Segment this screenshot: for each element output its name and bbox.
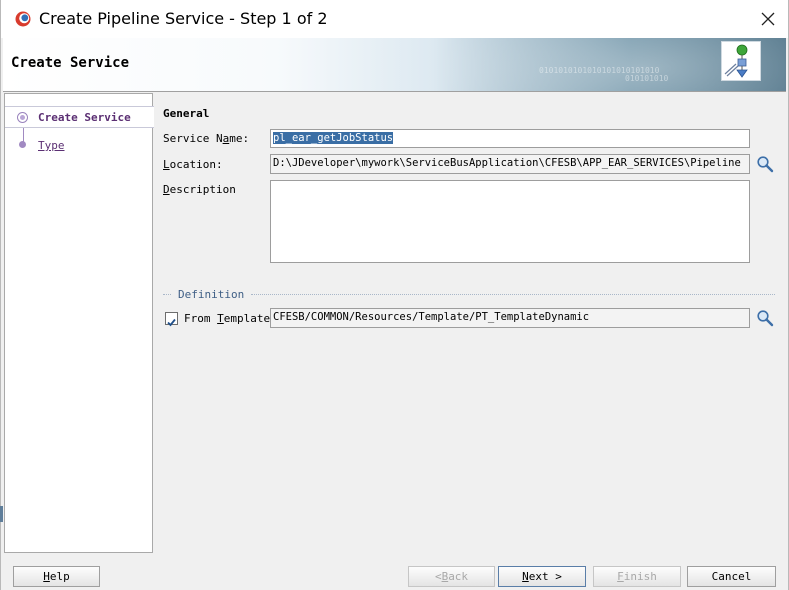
- window-title: Create Pipeline Service - Step 1 of 2: [39, 9, 328, 28]
- definition-separator: Definition: [163, 288, 775, 301]
- nav-step-label: Create Service: [38, 111, 131, 124]
- from-template-label: From Template: [184, 312, 271, 325]
- wizard-steps-panel: Create Service Type: [4, 93, 154, 553]
- definition-line-left: [163, 294, 171, 295]
- wizard-banner: 0101010101010101010101010 010101010 Crea…: [3, 38, 786, 91]
- service-name-label: Service Name:: [163, 132, 250, 145]
- pipeline-service-icon: [721, 41, 761, 81]
- title-bar: Create Pipeline Service - Step 1 of 2: [1, 0, 788, 38]
- template-path-field[interactable]: CFESB/COMMON/Resources/Template/PT_Templ…: [270, 308, 750, 328]
- finish-button[interactable]: Finish: [593, 566, 681, 587]
- banner-binary-text-2: 010101010: [625, 74, 669, 83]
- description-textarea[interactable]: [270, 180, 750, 263]
- location-field[interactable]: D:\JDeveloper\mywork\ServiceBusApplicati…: [270, 154, 750, 174]
- service-name-value: pl_ear_getJobStatus: [273, 132, 394, 144]
- cancel-button[interactable]: Cancel: [687, 566, 776, 587]
- location-browse-magnifier-icon[interactable]: [756, 155, 774, 173]
- close-icon: [761, 12, 774, 26]
- back-button[interactable]: < Back: [408, 566, 495, 587]
- definition-line-right: [251, 294, 775, 295]
- form-area: General Service Name: pl_ear_getJobStatu…: [153, 92, 786, 554]
- section-general-title: General: [163, 107, 210, 120]
- definition-title: Definition: [175, 288, 248, 301]
- location-label: Location:: [163, 158, 223, 171]
- banner-title: Create Service: [11, 55, 130, 71]
- location-value: D:\JDeveloper\mywork\ServiceBusApplicati…: [273, 157, 741, 169]
- app-icon: [15, 11, 31, 27]
- template-browse-magnifier-icon[interactable]: [756, 309, 774, 327]
- step-pending-icon: [19, 141, 26, 148]
- service-name-input[interactable]: pl_ear_getJobStatus: [270, 129, 750, 148]
- description-label: Description: [163, 183, 236, 196]
- close-button[interactable]: [747, 0, 788, 38]
- next-button[interactable]: Next >: [498, 566, 586, 587]
- nav-step-type[interactable]: Type: [5, 136, 154, 156]
- template-path-value: CFESB/COMMON/Resources/Template/PT_Templ…: [273, 311, 590, 323]
- step-current-icon: [17, 112, 28, 123]
- nav-step-label[interactable]: Type: [38, 139, 65, 152]
- dialog-window: Create Pipeline Service - Step 1 of 2 01…: [0, 0, 789, 590]
- checkmark-icon: [167, 318, 176, 327]
- background-window-edge: [0, 506, 3, 522]
- help-button[interactable]: Help: [13, 566, 100, 587]
- from-template-checkbox[interactable]: [165, 312, 178, 327]
- nav-step-create-service[interactable]: Create Service: [5, 106, 154, 128]
